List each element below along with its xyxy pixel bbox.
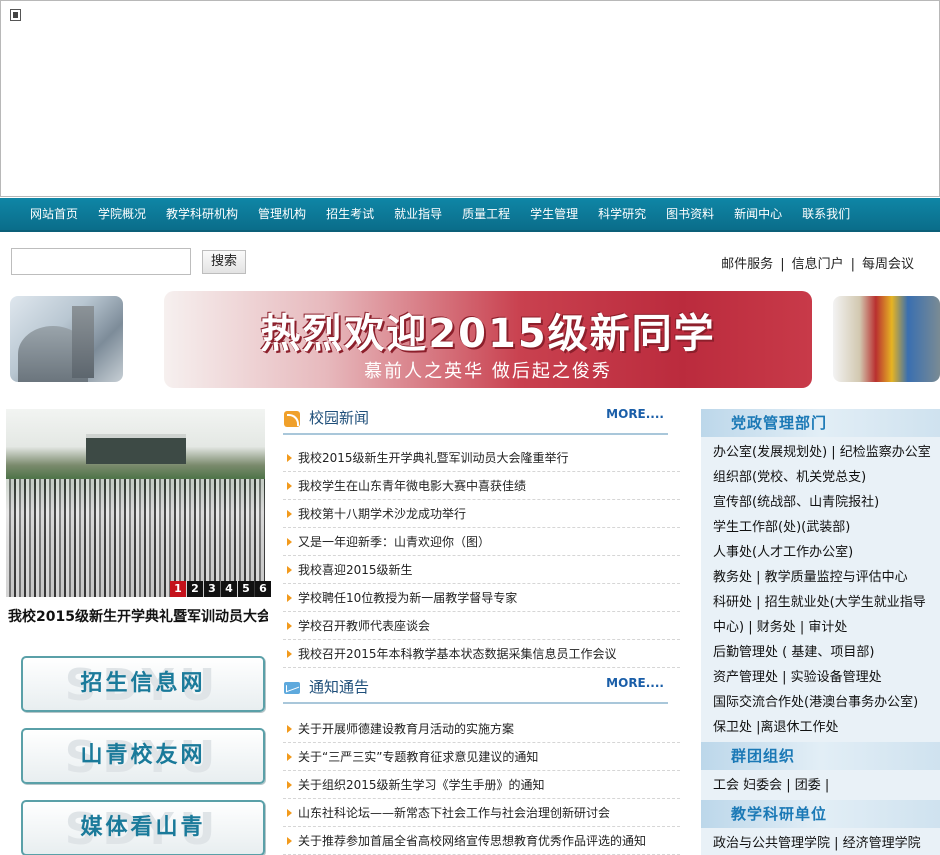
- section-title: 教学科研单位: [731, 805, 828, 823]
- campus-news-more-link[interactable]: MORE....: [606, 407, 664, 421]
- top-link-weekly-meeting[interactable]: 每周会议: [862, 257, 914, 272]
- nav-item-quality[interactable]: 质量工程: [452, 198, 520, 230]
- campus-photo-left: [10, 296, 123, 382]
- nav-item-admissions[interactable]: 招生考试: [316, 198, 384, 230]
- dept-line[interactable]: 保卫处 |离退休工作处: [713, 715, 934, 740]
- list-item[interactable]: 我校学生在山东青年微电影大赛中喜获佳绩: [283, 472, 680, 500]
- mass-orgs-links: 工会 妇委会 | 团委 |: [701, 770, 940, 800]
- nav-item-science[interactable]: 科学研究: [588, 198, 656, 230]
- nav-item-employment[interactable]: 就业指导: [384, 198, 452, 230]
- dept-line[interactable]: 工会 妇委会 | 团委 |: [713, 773, 934, 798]
- search-button[interactable]: 搜索: [202, 250, 246, 274]
- dept-line[interactable]: 政治与公共管理学院 | 经济管理学院: [713, 831, 934, 855]
- slide-number-2[interactable]: 2: [187, 581, 203, 597]
- dept-line[interactable]: 资产管理处 | 实验设备管理处: [713, 665, 934, 690]
- dept-line[interactable]: 后勤管理处 ( 基建、项目部): [713, 640, 934, 665]
- section-header-teaching-units: 教学科研单位: [701, 800, 940, 828]
- slide-number-6[interactable]: 6: [255, 581, 271, 597]
- list-item[interactable]: 学校聘任10位教授为新一届教学督导专家: [283, 584, 680, 612]
- list-item[interactable]: 山东社科论坛——新常态下社会工作与社会治理创新研讨会: [283, 799, 680, 827]
- rss-icon: [284, 411, 300, 427]
- nav-item-about[interactable]: 学院概况: [88, 198, 156, 230]
- campus-news-list: 我校2015级新生开学典礼暨军训动员大会隆重举行 我校学生在山东青年微电影大赛中…: [283, 444, 680, 668]
- party-admin-links: 办公室(发展规划处) | 纪检监察办公室 组织部(党校、机关党总支) 宣传部(统…: [701, 437, 940, 742]
- slide-number-4[interactable]: 4: [221, 581, 237, 597]
- list-item[interactable]: 关于“三严三实”专题教育征求意见建议的通知: [283, 743, 680, 771]
- nav-item-teaching-research[interactable]: 教学科研机构: [156, 198, 248, 230]
- banner-title: 热烈欢迎2015级新同学: [260, 311, 716, 357]
- list-item[interactable]: 我校喜迎2015级新生: [283, 556, 680, 584]
- dept-line[interactable]: 人事处(人才工作办公室): [713, 540, 934, 565]
- main-nav: 网站首页 学院概况 教学科研机构 管理机构 招生考试 就业指导 质量工程 学生管…: [0, 198, 940, 232]
- dept-line[interactable]: 国际交流合作处(港澳台事务办公室): [713, 690, 934, 715]
- top-link-portal[interactable]: 信息门户: [792, 257, 844, 272]
- admissions-site-button[interactable]: SDYU 招生信息网: [21, 656, 265, 712]
- nav-item-students[interactable]: 学生管理: [520, 198, 588, 230]
- slideshow-pager: 1 2 3 4 5 6: [170, 581, 272, 597]
- campus-photo-right: [833, 296, 940, 382]
- dept-line[interactable]: 宣传部(统战部、山青院报社): [713, 490, 934, 515]
- dept-line[interactable]: 组织部(党校、机关党总支): [713, 465, 934, 490]
- teaching-units-links: 政治与公共管理学院 | 经济管理学院: [701, 828, 940, 855]
- list-item[interactable]: 关于开展师德建设教育月活动的实施方案: [283, 715, 680, 743]
- dept-line[interactable]: 科研处 | 招生就业处(大学生就业指导: [713, 590, 934, 615]
- nav-item-library[interactable]: 图书资料: [656, 198, 724, 230]
- button-label: 山青校友网: [80, 743, 206, 768]
- button-label: 媒体看山青: [80, 815, 206, 840]
- list-item[interactable]: 关于组织2015级新生学习《学生手册》的通知: [283, 771, 680, 799]
- welcome-banner: 热烈欢迎2015级新同学 慕前人之英华 做后起之俊秀: [164, 291, 812, 388]
- slide-number-3[interactable]: 3: [204, 581, 220, 597]
- section-header-party-admin: 党政管理部门: [701, 409, 940, 437]
- list-item[interactable]: 关于推荐参加首届全省高校网络宣传思想教育优秀作品评选的通知: [283, 827, 680, 855]
- alumni-site-button[interactable]: SDYU 山青校友网: [21, 728, 265, 784]
- list-item[interactable]: 又是一年迎新季：山青欢迎你（图）: [283, 528, 680, 556]
- campus-news-header: 校园新闻 MORE....: [283, 405, 668, 435]
- student-crowd: [6, 479, 265, 597]
- mail-icon: [284, 682, 300, 694]
- top-link-separator: |: [850, 257, 855, 272]
- plugin-placeholder-icon: [10, 9, 21, 21]
- slideshow-caption[interactable]: 我校2015级新生开学典礼暨军训动员大会隆重举行: [8, 606, 268, 626]
- dept-line[interactable]: 中心) | 财务处 | 审计处: [713, 615, 934, 640]
- news-slideshow-image[interactable]: [6, 409, 265, 597]
- button-label: 招生信息网: [80, 671, 206, 696]
- section-header-mass-orgs: 群团组织: [701, 742, 940, 770]
- top-links: 邮件服务 | 信息门户 | 每周会议: [721, 253, 914, 272]
- departments-panel: 党政管理部门 办公室(发展规划处) | 纪检监察办公室 组织部(党校、机关党总支…: [701, 409, 940, 855]
- top-link-mail[interactable]: 邮件服务: [721, 257, 773, 272]
- dept-line[interactable]: 学生工作部(处)(武装部): [713, 515, 934, 540]
- list-item[interactable]: 学校召开教师代表座谈会: [283, 612, 680, 640]
- search-input[interactable]: [11, 248, 191, 275]
- nav-item-admin[interactable]: 管理机构: [248, 198, 316, 230]
- section-title: 群团组织: [731, 747, 796, 765]
- dept-line[interactable]: 办公室(发展规划处) | 纪检监察办公室: [713, 440, 934, 465]
- nav-item-home[interactable]: 网站首页: [20, 198, 88, 230]
- media-coverage-button[interactable]: SDYU 媒体看山青: [21, 800, 265, 855]
- campus-news-title: 校园新闻: [309, 409, 370, 427]
- slide-number-5[interactable]: 5: [238, 581, 254, 597]
- section-title: 党政管理部门: [731, 414, 828, 432]
- top-link-separator: |: [780, 257, 785, 272]
- dept-line[interactable]: 教务处 | 教学质量监控与评估中心: [713, 565, 934, 590]
- nav-item-contact[interactable]: 联系我们: [792, 198, 860, 230]
- list-item[interactable]: 我校召开2015年本科教学基本状态数据采集信息员工作会议: [283, 640, 680, 668]
- list-item[interactable]: 我校第十八期学术沙龙成功举行: [283, 500, 680, 528]
- banner-subtitle: 慕前人之英华 做后起之俊秀: [364, 361, 612, 382]
- slide-number-1[interactable]: 1: [170, 581, 186, 597]
- header-flash-area: [0, 0, 940, 197]
- notices-more-link[interactable]: MORE....: [606, 676, 664, 690]
- notices-header: 通知通告 MORE....: [283, 674, 668, 704]
- notices-list: 关于开展师德建设教育月活动的实施方案 关于“三严三实”专题教育征求意见建议的通知…: [283, 715, 680, 855]
- stadium-stand: [86, 434, 186, 464]
- notices-title: 通知通告: [309, 678, 370, 696]
- list-item[interactable]: 我校2015级新生开学典礼暨军训动员大会隆重举行: [283, 444, 680, 472]
- nav-item-news[interactable]: 新闻中心: [724, 198, 792, 230]
- clock-tower: [72, 306, 94, 378]
